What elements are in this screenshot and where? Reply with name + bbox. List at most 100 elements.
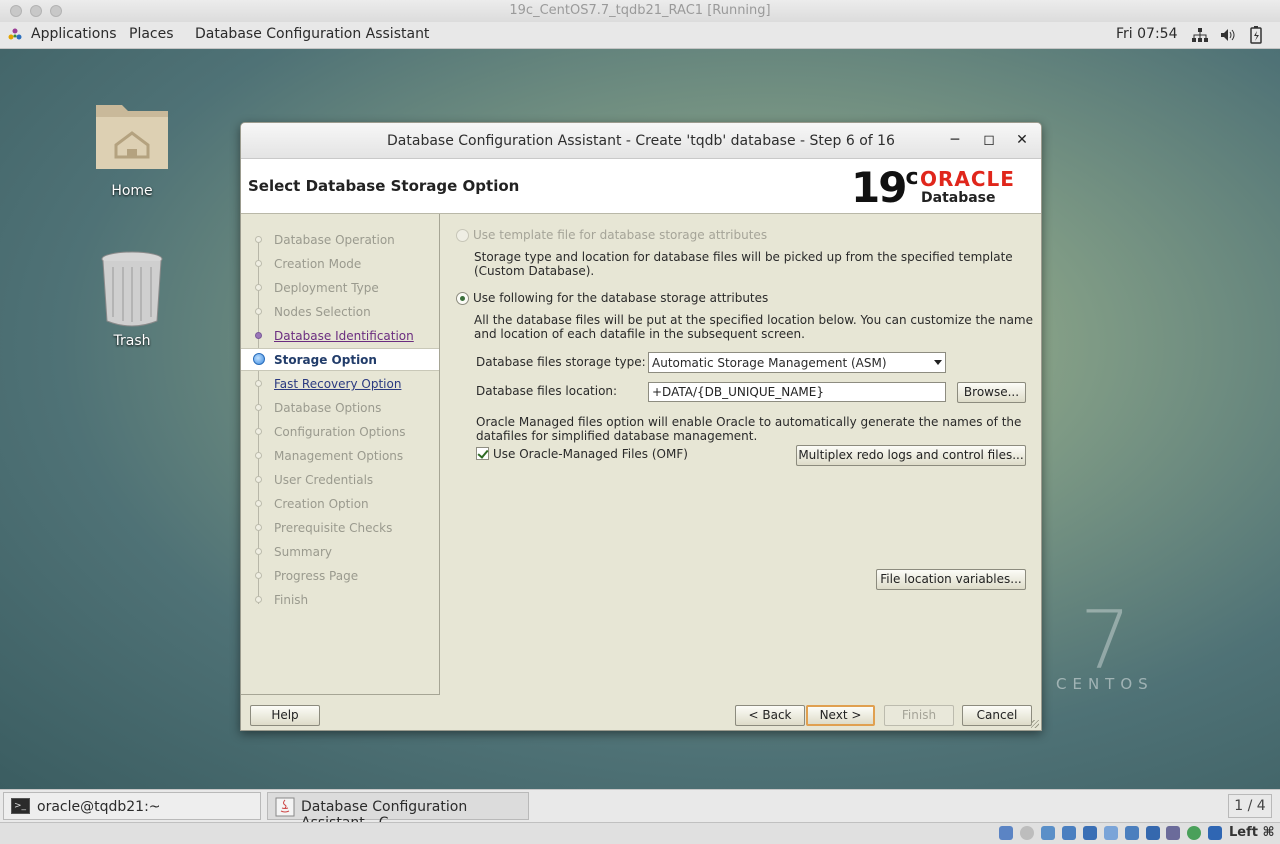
active-app-menu[interactable]: Database Configuration Assistant bbox=[195, 26, 429, 42]
terminal-icon: >_ bbox=[11, 798, 30, 814]
step-dot bbox=[255, 404, 262, 411]
step-fast-recovery-option[interactable]: Fast Recovery Option bbox=[241, 373, 439, 395]
maximize-icon[interactable]: ◻ bbox=[980, 131, 998, 149]
audio-icon[interactable] bbox=[1041, 826, 1055, 840]
step-label: Management Options bbox=[274, 449, 404, 463]
vbox-window-title: 19c_CentOS7.7_tqdb21_RAC1 [Running] bbox=[509, 3, 771, 18]
step-database-identification[interactable]: Database Identification bbox=[241, 325, 439, 347]
network-adapter-icon[interactable] bbox=[1062, 826, 1076, 840]
template-storage-desc-2: (Custom Database). bbox=[474, 264, 595, 278]
step-dot bbox=[255, 236, 262, 243]
video-capture-icon[interactable] bbox=[1146, 826, 1160, 840]
step-dot bbox=[255, 596, 262, 603]
step-prerequisite-checks: Prerequisite Checks bbox=[241, 517, 439, 539]
task-terminal[interactable]: >_ oracle@tqdb21:~ bbox=[3, 792, 261, 820]
step-nodes-selection: Nodes Selection bbox=[241, 301, 439, 323]
resize-grip[interactable] bbox=[1031, 720, 1039, 728]
step-dot bbox=[255, 428, 262, 435]
step-header: Select Database Storage Option 19c ORACL… bbox=[241, 159, 1041, 214]
step-label: Database Operation bbox=[274, 233, 395, 247]
custom-storage-radio[interactable] bbox=[456, 292, 469, 305]
omf-desc-1: Oracle Managed files option will enable … bbox=[476, 415, 1022, 429]
step-dot bbox=[255, 452, 262, 459]
storage-option-panel: Use template file for database storage a… bbox=[450, 214, 1035, 694]
usb-icon[interactable] bbox=[1083, 826, 1097, 840]
host-key-label: Left ⌘ bbox=[1229, 825, 1275, 840]
step-database-operation: Database Operation bbox=[241, 229, 439, 251]
step-label: User Credentials bbox=[274, 473, 374, 487]
step-label: Deployment Type bbox=[274, 281, 379, 295]
step-label: Storage Option bbox=[274, 353, 377, 367]
step-dot bbox=[255, 548, 262, 555]
clock[interactable]: Fri 07:54 bbox=[1116, 26, 1177, 42]
trash-desktop-icon[interactable]: Trash bbox=[82, 249, 182, 349]
step-label: Prerequisite Checks bbox=[274, 521, 393, 535]
vm-icon[interactable] bbox=[1166, 826, 1180, 840]
places-menu[interactable]: Places bbox=[129, 26, 174, 42]
location-input[interactable] bbox=[648, 382, 946, 402]
shared-folders-icon[interactable] bbox=[1104, 826, 1118, 840]
close-icon[interactable]: ✕ bbox=[1013, 131, 1031, 149]
trash-label: Trash bbox=[113, 333, 151, 349]
step-label: Nodes Selection bbox=[274, 305, 371, 319]
oracle-product: Database bbox=[921, 190, 996, 206]
back-button[interactable]: < Back bbox=[735, 705, 805, 726]
finish-button: Finish bbox=[884, 705, 954, 726]
dbca-dialog: Database Configuration Assistant - Creat… bbox=[240, 122, 1042, 731]
chevron-down-icon bbox=[934, 360, 942, 365]
next-button[interactable]: Next > bbox=[806, 705, 875, 726]
home-desktop-icon[interactable]: Home bbox=[82, 95, 182, 199]
step-label: Database Options bbox=[274, 401, 382, 415]
step-creation-mode: Creation Mode bbox=[241, 253, 439, 275]
step-progress-page: Progress Page bbox=[241, 565, 439, 587]
workspace-pager[interactable]: 1 / 4 bbox=[1228, 794, 1272, 818]
vbox-titlebar: 19c_CentOS7.7_tqdb21_RAC1 [Running] bbox=[0, 0, 1280, 23]
template-storage-radio[interactable] bbox=[456, 229, 469, 242]
step-dot bbox=[255, 308, 262, 315]
storage-type-select[interactable]: Automatic Storage Management (ASM) bbox=[648, 352, 946, 373]
step-dot bbox=[255, 260, 262, 267]
template-storage-label: Use template file for database storage a… bbox=[473, 228, 768, 242]
dialog-titlebar[interactable]: Database Configuration Assistant - Creat… bbox=[241, 123, 1041, 159]
multiplex-button[interactable]: Multiplex redo logs and control files... bbox=[796, 445, 1026, 466]
step-finish: Finish bbox=[241, 589, 439, 611]
hard-disk-icon[interactable] bbox=[999, 826, 1013, 840]
optical-drive-icon[interactable] bbox=[1020, 826, 1034, 840]
volume-icon[interactable] bbox=[1220, 28, 1236, 42]
centos-wordmark: CENTOS bbox=[1056, 675, 1154, 693]
omf-checkbox[interactable] bbox=[476, 447, 489, 460]
step-label: Progress Page bbox=[274, 569, 359, 583]
display-icon[interactable] bbox=[1125, 826, 1139, 840]
browse-button[interactable]: Browse... bbox=[957, 382, 1026, 403]
network-icon[interactable] bbox=[1192, 28, 1208, 42]
step-label: Summary bbox=[274, 545, 332, 559]
window-list-bar: >_ oracle@tqdb21:~ Database Configuratio… bbox=[0, 789, 1280, 831]
step-dot bbox=[253, 353, 265, 365]
minimize-icon[interactable]: ─ bbox=[946, 131, 964, 149]
centos-version-mark: 7 bbox=[1080, 594, 1131, 687]
step-label: Creation Mode bbox=[274, 257, 362, 271]
step-label: Creation Option bbox=[274, 497, 369, 511]
battery-icon[interactable] bbox=[1250, 26, 1262, 44]
logo-version-sup: c bbox=[905, 165, 918, 190]
file-location-variables-button[interactable]: File location variables... bbox=[876, 569, 1026, 590]
step-label: Finish bbox=[274, 593, 309, 607]
step-storage-option[interactable]: Storage Option bbox=[241, 348, 439, 371]
applications-menu[interactable]: Applications bbox=[31, 26, 117, 42]
task-terminal-label: oracle@tqdb21:~ bbox=[37, 799, 161, 815]
storage-type-label: Database files storage type: bbox=[476, 355, 646, 369]
location-label: Database files location: bbox=[476, 384, 618, 398]
mouse-integration-icon[interactable] bbox=[1208, 826, 1222, 840]
home-label: Home bbox=[111, 183, 153, 199]
omf-label: Use Oracle-Managed Files (OMF) bbox=[493, 447, 688, 461]
step-user-credentials: User Credentials bbox=[241, 469, 439, 491]
java-icon bbox=[275, 797, 295, 817]
step-creation-option: Creation Option bbox=[241, 493, 439, 515]
cancel-button[interactable]: Cancel bbox=[962, 705, 1032, 726]
vbox-status-bar: Left ⌘ bbox=[0, 822, 1280, 844]
task-dbca[interactable]: Database Configuration Assistant - C... bbox=[267, 792, 529, 831]
help-button[interactable]: Help bbox=[250, 705, 320, 726]
trash-icon bbox=[101, 251, 163, 327]
cpu-activity-icon[interactable] bbox=[1187, 826, 1201, 840]
template-storage-desc-1: Storage type and location for database f… bbox=[474, 250, 1013, 264]
